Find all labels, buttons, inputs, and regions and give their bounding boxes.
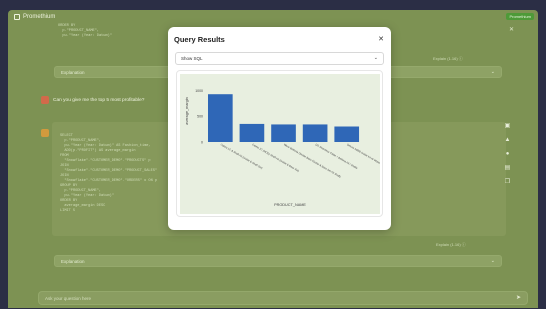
explain-label: Explain (1.16) ⓘ	[433, 56, 463, 61]
app-title: Promethium	[23, 14, 56, 20]
bar[interactable]	[302, 124, 328, 142]
x-axis-label: PRODUCT_NAME	[274, 203, 306, 207]
modal-title: Query Results	[174, 35, 225, 44]
assistant-avatar	[41, 129, 49, 137]
show-sql-toggle[interactable]: Show SQL ⌄	[175, 52, 384, 65]
bulb-icon[interactable]: ●	[503, 150, 512, 159]
bar[interactable]	[239, 123, 265, 142]
y-axis-label: average_margin	[185, 97, 189, 124]
explanation-select-value: Explanation	[61, 70, 85, 75]
y-tick-label: 500	[197, 115, 203, 119]
chart-icon[interactable]: ▤	[503, 164, 512, 173]
close-icon[interactable]: ✕	[378, 35, 384, 43]
top-badge[interactable]: Promethium	[506, 13, 534, 20]
y-tick-label: 0	[201, 141, 203, 145]
user-message-text: Can you give me the top 5 most profitabl…	[53, 97, 145, 103]
copy-icon[interactable]: ❐	[503, 178, 512, 187]
bar-chart: 05001000average_marginCabrio 1C & Shaft …	[180, 74, 380, 214]
show-sql-label: Show SQL	[181, 56, 203, 61]
explanation-select[interactable]: Explanation ⌄	[54, 255, 502, 267]
chart-container: 0 500 1000 average_margin Cabrio 1C & Shaft …	[176, 70, 383, 217]
warning-icon[interactable]: ▲	[503, 136, 512, 145]
y-tick-label: 1000	[195, 89, 203, 93]
logo-icon	[14, 14, 20, 20]
query-results-modal: Query Results ✕ Show SQL ⌄ 0 500 1000 avera…	[168, 27, 391, 230]
user-message: Can you give me the top 5 most profitabl…	[41, 96, 144, 104]
sql-code-block-2: SELECT p."PRODUCT_NAME", pu."Year (Year:…	[60, 134, 158, 213]
send-icon[interactable]: ➤	[516, 294, 521, 301]
close-icon[interactable]: ✕	[509, 26, 514, 33]
bar[interactable]	[208, 94, 233, 142]
explanation-select-value: Explanation	[61, 259, 85, 264]
bar[interactable]	[271, 124, 296, 142]
chevron-down-icon: ⌄	[490, 69, 495, 75]
chevron-down-icon: ⌄	[373, 55, 378, 61]
chat-input[interactable]: Ask your question here ➤	[38, 291, 528, 305]
chat-input-placeholder: Ask your question here	[45, 296, 92, 301]
side-toolbar: ▣ ▲ ● ▤ ❐	[503, 122, 512, 187]
bar[interactable]	[334, 126, 360, 143]
sql-code-block-1: ORDER BY p."PRODUCT_NAME", pu."Year (Yea…	[58, 24, 112, 38]
brand: Promethium	[14, 14, 55, 20]
save-icon[interactable]: ▣	[503, 122, 512, 131]
explain-label: Explain (1.16) ⓘ	[436, 242, 466, 247]
user-avatar	[41, 96, 49, 104]
chevron-down-icon: ⌄	[490, 258, 495, 264]
